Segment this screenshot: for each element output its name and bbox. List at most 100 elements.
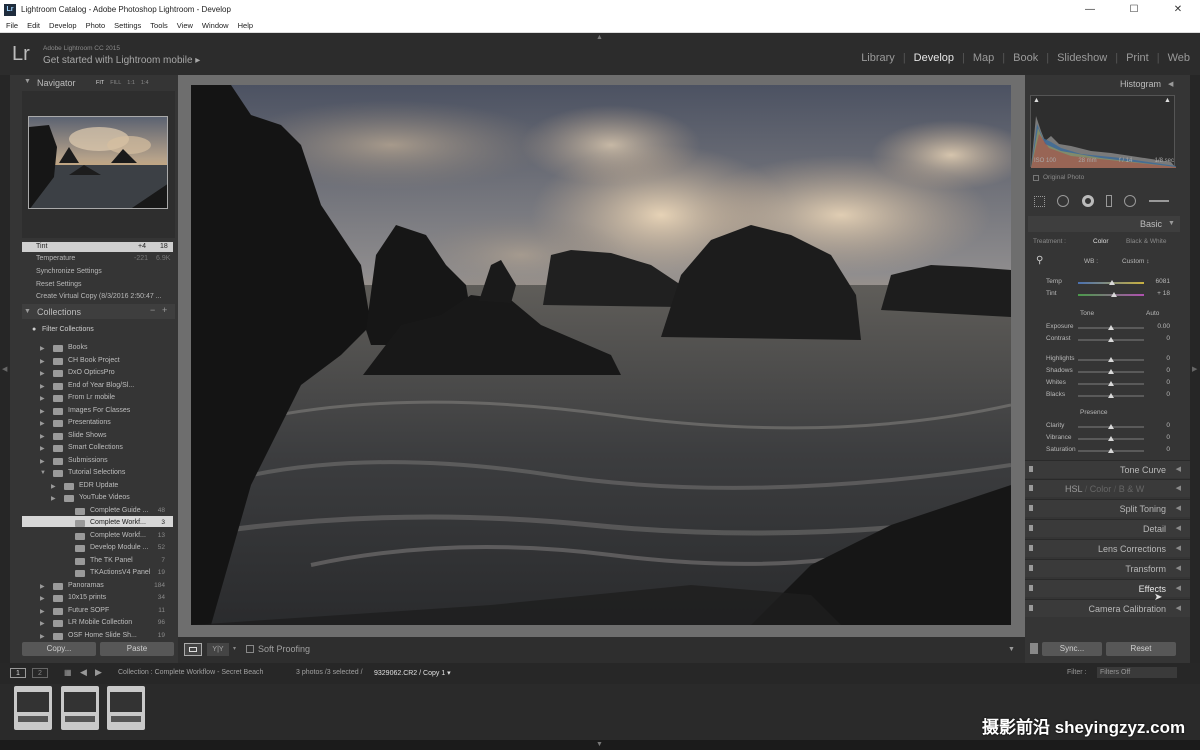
bw-tab[interactable]: B & W xyxy=(1119,484,1145,494)
disclosure-triangle-icon[interactable]: ▶ xyxy=(40,595,45,602)
collection-item[interactable]: Tutorial Selections xyxy=(68,469,125,476)
soft-proofing-checkbox[interactable] xyxy=(246,645,254,653)
collection-item[interactable]: Books xyxy=(68,344,87,351)
panel-expand-icon[interactable]: ◀ xyxy=(1176,465,1181,473)
graduated-filter-icon[interactable] xyxy=(1106,195,1113,207)
disclosure-triangle-icon[interactable]: ▶ xyxy=(51,495,56,502)
filmstrip-toggle-icon[interactable]: ▼ xyxy=(596,741,603,748)
filmstrip-thumbnail[interactable] xyxy=(107,686,145,730)
wb-eyedropper-icon[interactable]: ⚲ xyxy=(1036,255,1043,266)
before-after-icon[interactable]: Y|Y xyxy=(207,643,229,656)
shadow-clipping-icon[interactable]: ▲ xyxy=(1033,97,1040,104)
disclosure-triangle-icon[interactable]: ▶ xyxy=(40,620,45,627)
module-print[interactable]: Print xyxy=(1126,52,1149,64)
module-book[interactable]: Book xyxy=(1013,52,1038,64)
histogram-title[interactable]: Histogram xyxy=(1120,79,1161,89)
copy-settings-button[interactable]: Copy... xyxy=(22,642,96,656)
menu-help[interactable]: Help xyxy=(238,21,253,30)
slider-thumb[interactable] xyxy=(1108,369,1114,374)
panel-expand-icon[interactable]: ◀ xyxy=(1176,584,1181,592)
slider-thumb[interactable] xyxy=(1108,325,1114,330)
collection-item[interactable]: End of Year Blog/Sl... xyxy=(68,382,134,389)
module-map[interactable]: Map xyxy=(973,52,994,64)
collection-item[interactable]: The TK Panel xyxy=(90,557,133,564)
collection-item[interactable]: YouTube Videos xyxy=(79,494,130,501)
slider-thumb[interactable] xyxy=(1108,357,1114,362)
slider-value[interactable]: 6081 xyxy=(1150,278,1170,285)
disclosure-triangle-icon[interactable]: ▶ xyxy=(40,358,45,365)
panel-expand-icon[interactable]: ◀ xyxy=(1176,504,1181,512)
histogram-collapse-icon[interactable]: ◀ xyxy=(1168,80,1173,88)
slider-value[interactable]: 0 xyxy=(1150,355,1170,362)
collections-title[interactable]: Collections xyxy=(37,307,81,317)
toolbar-menu-icon[interactable]: ▼ xyxy=(1008,646,1015,653)
slider-value[interactable]: 0 xyxy=(1150,335,1170,342)
collection-item[interactable]: DxO OpticsPro xyxy=(68,369,115,376)
navigator-preview[interactable] xyxy=(28,116,168,209)
histogram-graph[interactable] xyxy=(1030,95,1176,168)
wb-preset-dropdown[interactable]: Custom ↕ xyxy=(1122,258,1149,265)
history-item[interactable]: Synchronize Settings xyxy=(36,268,102,275)
disclosure-triangle-icon[interactable]: ▶ xyxy=(51,483,56,490)
history-item[interactable]: Reset Settings xyxy=(36,281,82,288)
slider-value[interactable]: 0 xyxy=(1150,391,1170,398)
slider-value[interactable]: 0.00 xyxy=(1150,323,1170,330)
collection-item[interactable]: 10x15 prints xyxy=(68,594,106,601)
hsl-expand-icon[interactable]: ◀ xyxy=(1176,484,1181,492)
disclosure-triangle-icon[interactable]: ▶ xyxy=(40,608,45,615)
maximize-button[interactable]: ☐ xyxy=(1112,0,1156,19)
disclosure-triangle-icon[interactable]: ▶ xyxy=(40,583,45,590)
module-web[interactable]: Web xyxy=(1168,52,1190,64)
zoom-fit[interactable]: FIT xyxy=(96,80,104,86)
treatment-color[interactable]: Color xyxy=(1093,238,1109,245)
slider-value[interactable]: + 18 xyxy=(1150,290,1170,297)
panel-switch-icon[interactable] xyxy=(1029,605,1033,611)
collection-item[interactable]: OSF Home Slide Sh... xyxy=(68,632,137,639)
panel-header-transform[interactable]: Transform ◀ xyxy=(1025,559,1190,577)
slider-value[interactable]: 0 xyxy=(1150,422,1170,429)
tone-auto-button[interactable]: Auto xyxy=(1146,310,1159,317)
zoom-1-1[interactable]: 1:1 xyxy=(127,80,135,86)
module-slideshow[interactable]: Slideshow xyxy=(1057,52,1107,64)
panel-header-detail[interactable]: Detail ◀ xyxy=(1025,519,1190,537)
basic-title[interactable]: Basic xyxy=(1140,219,1162,229)
collection-item[interactable]: Panoramas xyxy=(68,582,104,589)
second-window-button[interactable]: 2 xyxy=(32,668,48,678)
zoom-fill[interactable]: FILL xyxy=(110,80,121,86)
menu-file[interactable]: File xyxy=(6,21,18,30)
previous-arrow-icon[interactable]: ◀ xyxy=(80,667,87,678)
original-photo-checkbox[interactable] xyxy=(1033,175,1039,181)
panel-switch-icon[interactable] xyxy=(1029,485,1033,491)
filter-dropdown[interactable]: Filters Off xyxy=(1097,667,1177,678)
zoom-1-4[interactable]: 1:4 xyxy=(141,80,149,86)
navigator-collapse-icon[interactable]: ▼ xyxy=(24,78,31,85)
slider-value[interactable]: 0 xyxy=(1150,379,1170,386)
collection-item[interactable]: Complete Workf... xyxy=(90,519,146,526)
menu-settings[interactable]: Settings xyxy=(114,21,141,30)
slider-value[interactable]: 0 xyxy=(1150,434,1170,441)
filter-collections[interactable]: Filter Collections xyxy=(42,326,94,333)
panel-header-effects[interactable]: Effects ◀ xyxy=(1025,579,1190,597)
slider-value[interactable]: 0 xyxy=(1150,446,1170,453)
left-panel-toggle-icon[interactable]: ◀ xyxy=(2,365,7,373)
disclosure-triangle-icon[interactable]: ▶ xyxy=(40,408,45,415)
disclosure-triangle-icon[interactable]: ▶ xyxy=(40,433,45,440)
collection-item[interactable]: From Lr mobile xyxy=(68,394,115,401)
next-arrow-icon[interactable]: ▶ xyxy=(95,667,102,678)
menu-view[interactable]: View xyxy=(177,21,193,30)
panel-expand-icon[interactable]: ◀ xyxy=(1176,564,1181,572)
hsl-tab[interactable]: HSL xyxy=(1065,484,1082,494)
disclosure-triangle-icon[interactable]: ▶ xyxy=(40,633,45,640)
panel-header-lens-corrections[interactable]: Lens Corrections ◀ xyxy=(1025,539,1190,557)
loupe-view-icon[interactable] xyxy=(184,643,202,656)
mobile-link[interactable]: Get started with Lightroom mobile ▸ xyxy=(43,55,200,66)
slider-thumb[interactable] xyxy=(1108,381,1114,386)
collection-item[interactable]: Slide Shows xyxy=(68,432,107,439)
collection-item[interactable]: Develop Module ... xyxy=(90,544,148,551)
disclosure-triangle-icon[interactable]: ▶ xyxy=(40,445,45,452)
red-eye-icon[interactable] xyxy=(1081,195,1094,207)
panel-switch-icon[interactable] xyxy=(1029,525,1033,531)
panel-header-camera-calibration[interactable]: Camera Calibration ◀ xyxy=(1025,599,1190,617)
collections-collapse-icon[interactable]: ▼ xyxy=(24,308,31,315)
main-photo[interactable] xyxy=(191,85,1011,625)
